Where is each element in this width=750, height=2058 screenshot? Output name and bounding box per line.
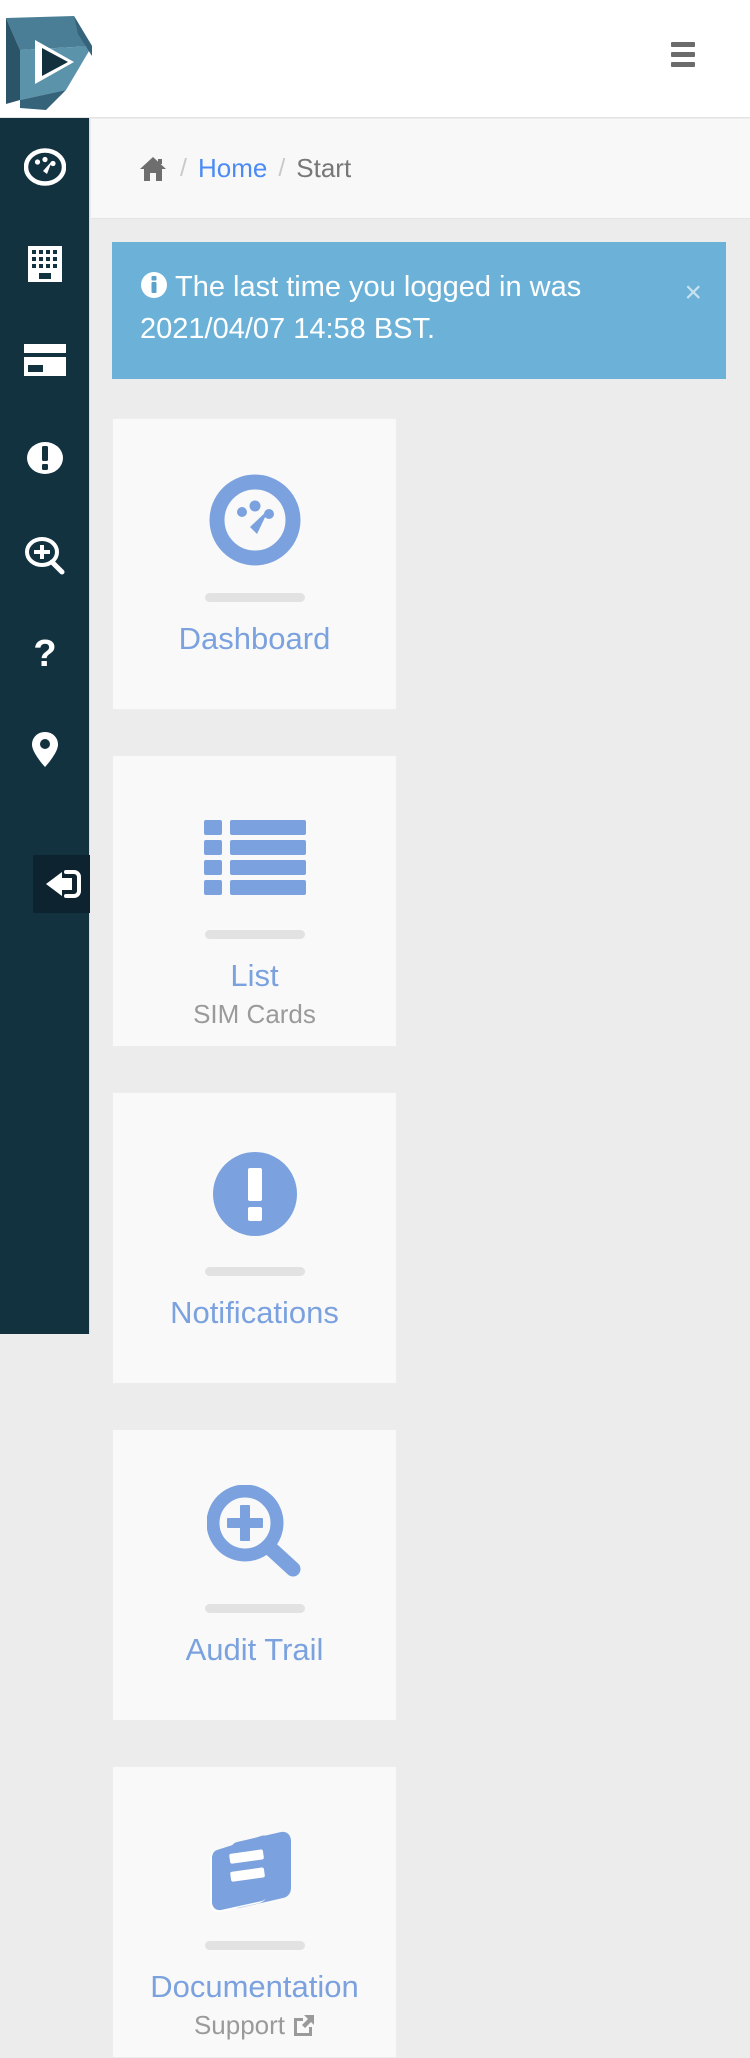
sidebar-item-dashboard[interactable] [0,138,90,196]
alert-message: The last time you logged in was 2021/04/… [140,271,582,346]
play-triangle-logo[interactable] [2,4,94,114]
login-alert-banner: The last time you logged in was 2021/04/… [112,242,726,379]
tachometer-icon [209,461,301,579]
sidebar-item-location[interactable] [0,721,90,779]
sidebar-item-help[interactable]: ? [0,625,90,683]
map-pin-icon [31,731,59,769]
home-icon[interactable] [139,156,167,182]
sim-card-icon [23,343,67,377]
card-title: Notifications [170,1295,339,1330]
building-icon [26,244,64,284]
search-plus-icon [24,535,66,577]
card-subtitle-wrap: Support [194,2010,315,2041]
external-link-icon [291,2013,315,2037]
card-title: Audit Trail [185,1632,324,1667]
breadcrumb-item-home[interactable]: Home [198,153,267,184]
card-subtitle: SIM Cards [193,998,316,1029]
breadcrumb-trail: / Home / Start [139,153,351,184]
card-audit-trail[interactable]: Audit Trail [112,1429,397,1721]
hamburger-bar-3 [671,61,695,67]
sidebar-item-audit-trail[interactable] [0,527,90,585]
alert-message-row: The last time you logged in was 2021/04/… [140,268,700,350]
exclamation-circle-icon [212,1135,298,1253]
svg-text:?: ? [33,634,56,674]
breadcrumb-item-start: Start [296,153,352,183]
app-header [0,0,750,118]
logout-icon [42,866,82,902]
main-content: The last time you logged in was 2021/04/… [91,220,750,2058]
card-list-sim-cards[interactable]: List SIM Cards [112,755,397,1047]
alert-close-icon[interactable]: × [684,278,702,308]
book-icon [207,1809,303,1927]
card-dashboard[interactable]: Dashboard [112,418,397,710]
sidebar-item-notifications[interactable] [0,429,90,487]
hamburger-bar-2 [671,51,695,57]
card-divider [204,1267,305,1276]
sidebar: ? [0,118,90,1334]
card-notifications[interactable]: Notifications [112,1092,397,1384]
card-subtitle-wrap: SIM Cards [193,999,316,1030]
hamburger-menu-icon[interactable] [666,38,702,70]
breadcrumb-separator-1: / [180,154,187,182]
card-title: Dashboard [178,621,331,656]
card-title: List [230,958,279,993]
sidebar-item-organisation[interactable] [0,235,90,293]
card-divider [204,1941,305,1950]
shortcut-card-grid: Dashboard List SIM Cards Notifications A… [112,418,726,2058]
exclamation-circle-icon [25,438,65,478]
info-circle-icon [140,271,168,310]
hamburger-bar-1 [671,41,695,47]
breadcrumb: / Home / Start [91,119,750,219]
tachometer-icon [24,146,66,188]
list-icon [203,798,306,916]
question-mark-icon: ? [30,634,60,674]
breadcrumb-separator-2: / [278,154,286,182]
card-divider [204,593,305,602]
card-divider [204,930,305,939]
sidebar-item-logout[interactable] [33,855,90,913]
card-divider [204,1604,305,1613]
card-subtitle: Support [193,2009,286,2040]
card-documentation[interactable]: Documentation Support [112,1766,397,2058]
search-plus-icon [206,1472,303,1590]
sidebar-item-sim-cards[interactable] [0,331,90,389]
card-title: Documentation [150,1969,359,2004]
